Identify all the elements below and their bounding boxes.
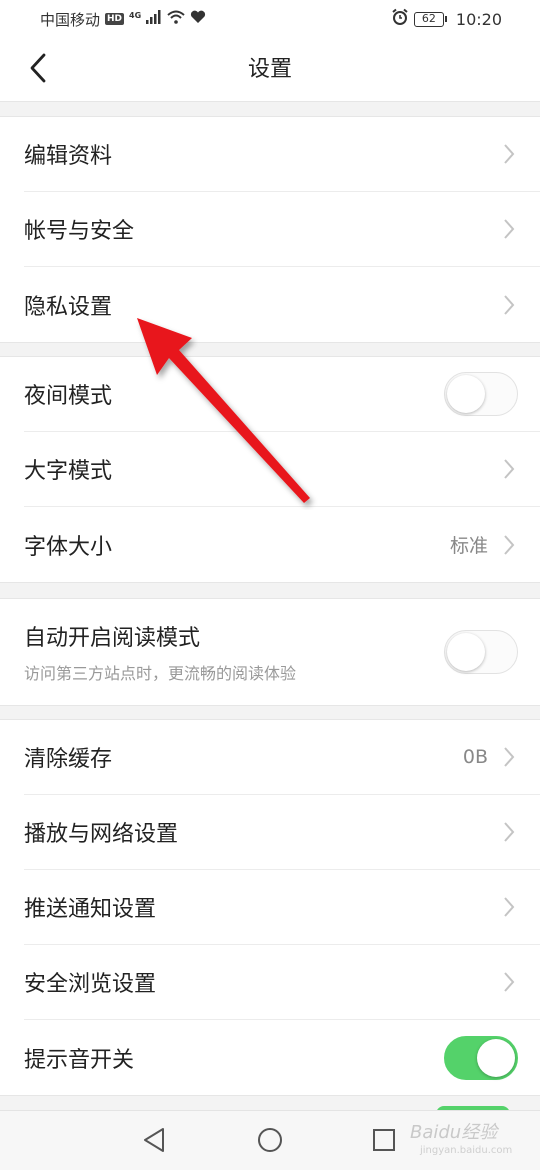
row-large-text[interactable]: 大字模式 [24,432,540,507]
row-label: 播放与网络设置 [24,822,179,847]
nav-recents-button[interactable] [368,1126,400,1158]
alarm-icon [391,8,409,30]
row-font-size[interactable]: 字体大小 标准 [24,507,540,582]
heart-icon [190,10,206,28]
battery-level: 62 [413,11,444,27]
nav-recents-icon [372,1128,396,1156]
two-line-text: 自动开启阅读模式 访问第三方站点时，更流畅的阅读体验 [24,620,444,684]
row-edit-profile[interactable]: 编辑资料 [24,117,540,192]
clock: 10:20 [455,9,502,29]
chevron-right-icon [502,456,516,482]
row-label: 安全浏览设置 [24,972,157,997]
carrier-name: 中国移动 [40,10,101,29]
signal-icon [146,10,162,28]
nav-back-button[interactable] [138,1126,170,1158]
row-label: 提示音开关 [24,1047,135,1073]
cache-size-value: 0B [462,746,488,768]
network-type: 4G [129,10,142,20]
settings-group-profile: 编辑资料 帐号与安全 隐私设置 [0,116,540,343]
row-label: 字体大小 [24,534,113,560]
row-privacy-settings[interactable]: 隐私设置 [24,267,540,342]
auto-reading-toggle[interactable] [444,630,518,674]
row-label: 隐私设置 [24,294,113,320]
nav-home-icon [257,1127,283,1157]
settings-group-display: 夜间模式 大字模式 字体大小 标准 [0,356,540,583]
status-right: 62 10:20 [391,8,502,30]
row-label: 夜间模式 [24,384,113,409]
chevron-right-icon [502,216,516,242]
row-label: 推送通知设置 [24,897,157,922]
status-left: 中国移动 HD 4G [40,9,206,30]
row-label: 编辑资料 [24,144,113,169]
sound-toggle[interactable] [444,1035,518,1080]
row-playback-network[interactable]: 播放与网络设置 [24,795,540,870]
chevron-right-icon [502,969,516,995]
nav-header: 设置 [0,38,540,102]
row-account-security[interactable]: 帐号与安全 [24,192,540,267]
chevron-right-icon [502,819,516,845]
watermark-url: jingyan.baidu.com [420,1145,513,1156]
battery-icon: 62 [413,11,447,27]
settings-group-reading: 自动开启阅读模式 访问第三方站点时，更流畅的阅读体验 [0,598,540,706]
status-bar: 中国移动 HD 4G 62 10:20 [0,0,540,38]
row-sound-switch: 提示音开关 [24,1020,540,1095]
settings-group-misc: 清除缓存 0B 播放与网络设置 推送通知设置 安全浏览设置 提示音开关 [0,719,540,1096]
font-size-value: 标准 [449,535,488,557]
row-label: 帐号与安全 [24,219,135,244]
hd-badge: HD [105,13,125,25]
row-auto-reading-mode: 自动开启阅读模式 访问第三方站点时，更流畅的阅读体验 [24,599,540,705]
chevron-right-icon [502,744,516,770]
page-title: 设置 [247,57,292,82]
chevron-right-icon [502,532,516,558]
back-button[interactable] [18,50,58,90]
row-label: 自动开启阅读模式 [24,626,201,651]
chevron-right-icon [502,141,516,167]
night-mode-toggle[interactable] [444,372,518,416]
wifi-icon [167,10,185,28]
back-arrow-icon [28,52,48,88]
row-safe-browsing[interactable]: 安全浏览设置 [24,945,540,1020]
row-push-notifications[interactable]: 推送通知设置 [24,870,540,945]
watermark-brand: Baidu经验 [410,1122,498,1143]
nav-back-icon [142,1127,166,1157]
nav-home-button[interactable] [254,1126,286,1158]
row-night-mode: 夜间模式 [24,357,540,432]
chevron-right-icon [502,894,516,920]
row-label: 大字模式 [24,459,113,484]
chevron-right-icon [502,292,516,318]
row-clear-cache[interactable]: 清除缓存 0B [24,720,540,795]
row-label: 清除缓存 [24,747,113,772]
row-subtitle: 访问第三方站点时，更流畅的阅读体验 [24,664,297,683]
